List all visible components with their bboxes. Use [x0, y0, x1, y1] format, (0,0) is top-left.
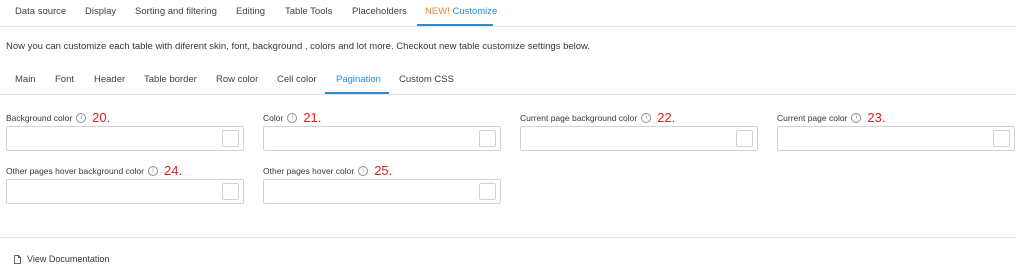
color-swatch[interactable] — [222, 130, 239, 147]
tab-editing[interactable]: Editing — [236, 6, 265, 17]
other-pages-hover-background-color-input[interactable] — [6, 179, 244, 204]
document-icon — [14, 254, 21, 264]
color-label: Color — [263, 113, 284, 123]
color-field: Color i 21. — [263, 110, 501, 151]
info-icon[interactable]: i — [76, 113, 87, 123]
background-color-field: Background color i 20. — [6, 110, 244, 151]
tab-customize[interactable]: NEW! Customize — [425, 6, 497, 17]
callout-number: 21. — [303, 110, 322, 125]
current-page-background-color-field: Current page background color i 22. — [520, 110, 758, 151]
current-page-color-label: Current page color — [777, 113, 848, 123]
other-pages-hover-color-field: Other pages hover color i 25. — [263, 163, 501, 204]
subtab-custom-css[interactable]: Custom CSS — [399, 74, 454, 85]
customize-sub-tab-bar: Main Font Header Table border Row color … — [0, 66, 1016, 95]
new-badge: NEW! — [425, 6, 450, 17]
callout-number: 23. — [867, 110, 886, 125]
subtab-pagination[interactable]: Pagination — [336, 74, 381, 85]
footer-divider — [0, 237, 1016, 238]
background-color-label: Background color — [6, 113, 73, 123]
subtab-table-border[interactable]: Table border — [144, 74, 197, 85]
callout-number: 25. — [374, 163, 393, 178]
info-icon[interactable]: i — [641, 113, 652, 123]
other-pages-hover-color-label: Other pages hover color — [263, 166, 355, 176]
current-page-background-color-label: Current page background color — [520, 113, 638, 123]
color-swatch[interactable] — [479, 183, 496, 200]
current-page-color-field: Current page color i 23. — [777, 110, 1015, 151]
top-tab-bar: Data source Display Sorting and filterin… — [0, 0, 1016, 27]
field-label-row: Other pages hover color i 25. — [263, 163, 501, 179]
info-icon[interactable]: i — [287, 113, 298, 123]
field-label-row: Other pages hover background color i 24. — [6, 163, 244, 179]
info-icon[interactable]: i — [851, 113, 862, 123]
field-label-row: Color i 21. — [263, 110, 501, 126]
color-swatch[interactable] — [736, 130, 753, 147]
callout-number: 20. — [92, 110, 111, 125]
other-pages-hover-background-color-label: Other pages hover background color — [6, 166, 144, 176]
subtab-cell-color[interactable]: Cell color — [277, 74, 317, 85]
subtab-row-color[interactable]: Row color — [216, 74, 258, 85]
callout-number: 22. — [657, 110, 676, 125]
subtab-header[interactable]: Header — [94, 74, 125, 85]
info-icon[interactable]: i — [358, 166, 369, 176]
tab-display[interactable]: Display — [85, 6, 116, 17]
color-swatch[interactable] — [993, 130, 1010, 147]
view-documentation-label: View Documentation — [27, 254, 110, 264]
tab-sorting-and-filtering[interactable]: Sorting and filtering — [135, 6, 217, 17]
background-color-input[interactable] — [6, 126, 244, 151]
tab-data-source[interactable]: Data source — [15, 6, 66, 17]
other-pages-hover-color-input[interactable] — [263, 179, 501, 204]
field-label-row: Current page color i 23. — [777, 110, 1015, 126]
field-label-row: Background color i 20. — [6, 110, 244, 126]
info-icon[interactable]: i — [147, 166, 158, 176]
view-documentation-link[interactable]: View Documentation — [14, 254, 109, 264]
active-subtab-indicator — [325, 92, 389, 94]
tab-customize-label: Customize — [452, 6, 498, 17]
tab-table-tools[interactable]: Table Tools — [285, 6, 332, 17]
current-page-background-color-input[interactable] — [520, 126, 758, 151]
color-input[interactable] — [263, 126, 501, 151]
active-tab-indicator — [417, 24, 493, 26]
subtab-main[interactable]: Main — [15, 74, 36, 85]
customize-intro-text: Now you can customize each table with di… — [6, 41, 591, 52]
subtab-font[interactable]: Font — [55, 74, 74, 85]
color-swatch[interactable] — [479, 130, 496, 147]
callout-number: 24. — [163, 163, 183, 178]
current-page-color-input[interactable] — [777, 126, 1015, 151]
tab-placeholders[interactable]: Placeholders — [352, 6, 407, 17]
other-pages-hover-background-color-field: Other pages hover background color i 24. — [6, 163, 244, 204]
color-swatch[interactable] — [222, 183, 239, 200]
field-label-row: Current page background color i 22. — [520, 110, 758, 126]
